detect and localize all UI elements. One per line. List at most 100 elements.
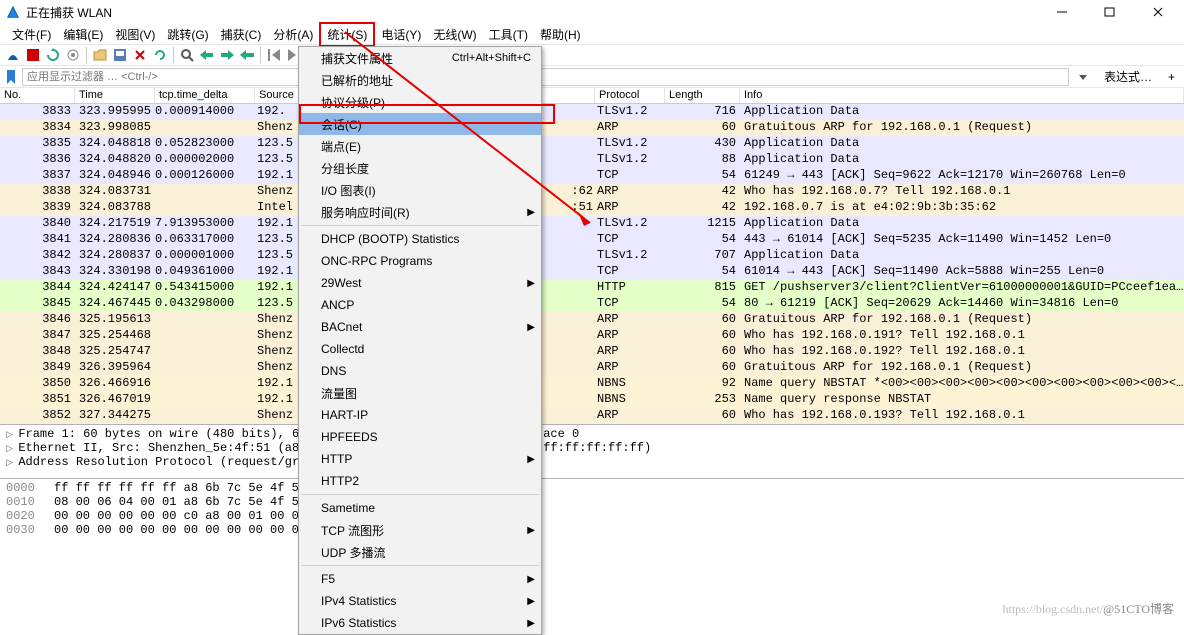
packet-row[interactable]: 3834323.998085ShenzARP60Gratuitous ARP f… — [0, 120, 1184, 136]
go-forward-icon[interactable] — [218, 46, 236, 64]
go-back-icon[interactable] — [198, 46, 216, 64]
packet-row[interactable]: 3845324.4674450.043298000123.5TCP5480 → … — [0, 296, 1184, 312]
menu-edit[interactable]: 编辑(E) — [57, 24, 109, 45]
menu-analyze[interactable]: 分析(A) — [267, 24, 319, 45]
find-icon[interactable] — [178, 46, 196, 64]
menu-item[interactable]: HPFEEDS — [299, 426, 541, 448]
menu-item[interactable]: DHCP (BOOTP) Statistics — [299, 228, 541, 250]
menu-item[interactable]: HTTP▶ — [299, 448, 541, 470]
first-packet-icon[interactable] — [265, 46, 283, 64]
menu-item[interactable]: BACnet▶ — [299, 316, 541, 338]
menu-item[interactable]: IPv4 Statistics▶ — [299, 590, 541, 612]
close-button[interactable] — [1144, 3, 1172, 21]
go-to-packet-icon[interactable] — [238, 46, 256, 64]
packet-row[interactable]: 3838324.083731Shenz:62ARP42Who has 192.1… — [0, 184, 1184, 200]
packet-list[interactable]: 3833323.9959950.000914000192.TLSv1.2716A… — [0, 104, 1184, 424]
maximize-button[interactable] — [1096, 3, 1124, 21]
detail-arp[interactable]: Address Resolution Protocol (request/gr — [6, 455, 299, 469]
app-logo-icon — [6, 5, 20, 19]
shark-fin-icon[interactable] — [4, 46, 22, 64]
menu-item[interactable]: 协议分级(P) — [299, 91, 541, 113]
menu-item[interactable]: ANCP — [299, 294, 541, 316]
menu-bar: 文件(F) 编辑(E) 视图(V) 跳转(G) 捕获(C) 分析(A) 统计(S… — [0, 24, 1184, 44]
packet-row[interactable]: 3847325.254468ShenzARP60Who has 192.168.… — [0, 328, 1184, 344]
menu-item[interactable]: HART-IP — [299, 404, 541, 426]
menu-telephony[interactable]: 电话(Y) — [375, 24, 427, 45]
packet-row[interactable]: 3842324.2808370.000001000123.5TLSv1.2707… — [0, 248, 1184, 264]
col-protocol[interactable]: Protocol — [595, 88, 665, 103]
packet-row[interactable]: 3849326.395964ShenzARP60Gratuitous ARP f… — [0, 360, 1184, 376]
menu-item[interactable]: 分组长度 — [299, 157, 541, 179]
title-bar: 正在捕获 WLAN — [0, 0, 1184, 24]
restart-capture-icon[interactable] — [44, 46, 62, 64]
save-file-icon[interactable] — [111, 46, 129, 64]
packet-row[interactable]: 3852327.344275ShenzARP60Who has 192.168.… — [0, 408, 1184, 424]
packet-row[interactable]: 3846325.195613ShenzARP60Gratuitous ARP f… — [0, 312, 1184, 328]
packet-row[interactable]: 3839324.083788Intel:51ARP42192.168.0.7 i… — [0, 200, 1184, 216]
col-delta[interactable]: tcp.time_delta — [155, 88, 255, 103]
menu-capture[interactable]: 捕获(C) — [215, 24, 268, 45]
menu-help[interactable]: 帮助(H) — [534, 24, 587, 45]
packet-row[interactable]: 3833323.9959950.000914000192.TLSv1.2716A… — [0, 104, 1184, 120]
col-no[interactable]: No. — [0, 88, 75, 103]
main-toolbar: 1 — [0, 44, 1184, 66]
menu-item[interactable]: 会话(C) — [299, 113, 541, 135]
detail-frame[interactable]: Frame 1: 60 bytes on wire (480 bits), 6 — [6, 427, 299, 441]
menu-item[interactable]: F5▶ — [299, 568, 541, 590]
packet-row[interactable]: 3848325.254747ShenzARP60Who has 192.168.… — [0, 344, 1184, 360]
menu-wireless[interactable]: 无线(W) — [427, 24, 482, 45]
menu-tools[interactable]: 工具(T) — [483, 24, 534, 45]
capture-options-icon[interactable] — [64, 46, 82, 64]
packet-row[interactable]: 3837324.0489460.000126000192.1TCP5461249… — [0, 168, 1184, 184]
menu-item[interactable]: UDP 多播流 — [299, 541, 541, 563]
hex-row[interactable]: 0000ff ff ff ff ff ff a8 6b 7c 5e 4f 5 — [6, 481, 1178, 495]
menu-item[interactable]: 已解析的地址 — [299, 69, 541, 91]
menu-item[interactable]: HTTP2 — [299, 470, 541, 492]
col-time[interactable]: Time — [75, 88, 155, 103]
packet-row[interactable]: 3851326.467019192.1NBNS253Name query res… — [0, 392, 1184, 408]
col-info[interactable]: Info — [740, 88, 1184, 103]
packet-row[interactable]: 3840324.2175197.913953000192.1TLSv1.2121… — [0, 216, 1184, 232]
packet-row[interactable]: 3836324.0488200.000002000123.5TLSv1.288A… — [0, 152, 1184, 168]
menu-item[interactable]: TCP 流图形▶ — [299, 519, 541, 541]
packet-details-pane[interactable]: Frame 1: 60 bytes on wire (480 bits), 6a… — [0, 424, 1184, 478]
close-file-icon[interactable] — [131, 46, 149, 64]
packet-row[interactable]: 3843324.3301980.049361000192.1TCP5461014… — [0, 264, 1184, 280]
reload-icon[interactable] — [151, 46, 169, 64]
menu-item[interactable]: I/O 图表(I) — [299, 179, 541, 201]
packet-row[interactable]: 3850326.466916192.1NBNS92Name query NBST… — [0, 376, 1184, 392]
stop-capture-icon[interactable] — [24, 46, 42, 64]
display-filter-bar: 表达式… + — [0, 66, 1184, 88]
packet-row[interactable]: 3835324.0488180.052823000123.5TLSv1.2430… — [0, 136, 1184, 152]
open-file-icon[interactable] — [91, 46, 109, 64]
add-filter-button[interactable]: + — [1161, 68, 1182, 86]
col-length[interactable]: Length — [665, 88, 740, 103]
display-filter-input[interactable] — [22, 68, 1069, 86]
menu-item[interactable]: Sametime — [299, 497, 541, 519]
menu-item[interactable]: Collectd — [299, 338, 541, 360]
menu-item[interactable]: 流量图 — [299, 382, 541, 404]
menu-jump[interactable]: 跳转(G) — [161, 24, 214, 45]
packet-row[interactable]: 3844324.4241470.543415000192.1HTTP815GET… — [0, 280, 1184, 296]
menu-statistics[interactable]: 统计(S) — [319, 22, 375, 47]
expression-button[interactable]: 表达式… — [1097, 68, 1159, 86]
detail-eth[interactable]: Ethernet II, Src: Shenzhen_5e:4f:51 (a8 — [6, 441, 299, 455]
menu-item[interactable]: 29West▶ — [299, 272, 541, 294]
packet-bytes-pane[interactable]: 0000ff ff ff ff ff ff a8 6b 7c 5e 4f 500… — [0, 478, 1184, 546]
menu-item[interactable]: 捕获文件属性Ctrl+Alt+Shift+C — [299, 47, 541, 69]
bookmark-filter-icon[interactable] — [2, 68, 20, 86]
minimize-button[interactable] — [1048, 3, 1076, 21]
menu-item[interactable]: 端点(E) — [299, 135, 541, 157]
menu-file[interactable]: 文件(F) — [6, 24, 57, 45]
menu-view[interactable]: 视图(V) — [109, 24, 161, 45]
hex-row[interactable]: 001008 00 06 04 00 01 a8 6b 7c 5e 4f 5 — [6, 495, 1178, 509]
menu-item[interactable]: IPv6 Statistics▶ — [299, 612, 541, 634]
menu-item[interactable]: DNS — [299, 360, 541, 382]
packet-row[interactable]: 3841324.2808360.063317000123.5TCP54443 →… — [0, 232, 1184, 248]
hex-row[interactable]: 003000 00 00 00 00 00 00 00 00 00 00 0··… — [6, 523, 1178, 537]
window-title: 正在捕获 WLAN — [26, 4, 1048, 21]
menu-item[interactable]: 服务响应时间(R)▶ — [299, 201, 541, 223]
hex-row[interactable]: 002000 00 00 00 00 00 c0 a8 00 01 00 0 — [6, 509, 1178, 523]
filter-dropdown-arrow[interactable] — [1071, 68, 1095, 86]
menu-item[interactable]: ONC-RPC Programs — [299, 250, 541, 272]
